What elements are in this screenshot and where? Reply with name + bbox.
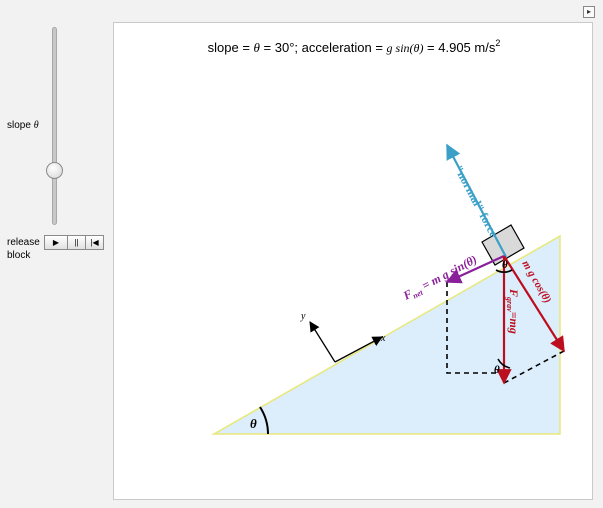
slope-slider-thumb[interactable] [46,162,63,179]
incline-diagram: slope = θ = 30°; acceleration = g sin(θ)… [208,38,565,435]
expand-icon: ▸ [586,7,591,16]
incline-triangle [211,234,561,435]
slope-label: slope θ [7,120,39,131]
release-label-line1: release [7,237,40,248]
release-label-line2: block [7,250,31,261]
expand-controls-button[interactable]: ▸ [583,6,595,18]
pause-button[interactable]: || [67,235,86,250]
slope-slider-track[interactable] [52,27,57,225]
physics-plot: slope = θ = 30°; acceleration = g sin(θ)… [113,22,593,500]
normal-force-label: "normal" force [451,163,501,240]
x-axis-label: x [380,333,386,344]
gravity-force-label: Fgrav=mg [505,288,521,334]
pause-icon: || [74,238,79,247]
reset-icon: |◀ [90,238,99,247]
y-axis-label: y [300,311,306,322]
release-block-label: release block [7,236,40,262]
plot-title: slope = θ = 30°; acceleration = g sin(θ)… [208,38,501,55]
play-icon: ▶ [52,238,60,247]
y-axis-arrow [309,321,336,363]
bottom-angle-label: θ [494,364,500,376]
slope-label-symbol: θ [33,120,39,131]
play-button[interactable]: ▶ [44,235,68,250]
base-angle-label: θ [250,416,257,431]
demonstration-app: ▸ slope θ release block ▶ || |◀ slope = … [0,0,603,508]
slope-label-text: slope [7,120,31,131]
block-angle-label: θ [502,259,508,271]
animation-controls: ▶ || |◀ [44,235,104,250]
reset-button[interactable]: |◀ [85,235,104,250]
